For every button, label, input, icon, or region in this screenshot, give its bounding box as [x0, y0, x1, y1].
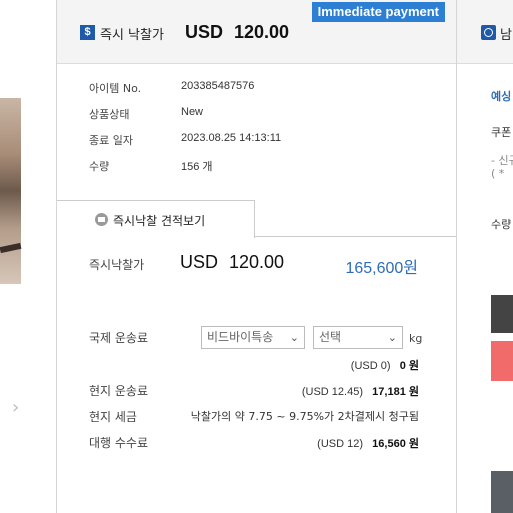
info-label: 상품상태 [89, 108, 130, 121]
tab-label: 즉시낙찰 견적보기 [113, 214, 206, 228]
intl-shipping-amount: (USD 0) 0 원 [351, 357, 419, 373]
side-panel-button[interactable] [491, 471, 513, 513]
price-header: Immediate payment $ 즉시 낙찰가 USD 120.00 [57, 0, 456, 64]
quote-label: 즉시낙찰가 [89, 258, 145, 272]
local-tax-label: 현지 세금 [89, 410, 137, 424]
info-label: 수량 [89, 160, 110, 173]
local-tax-text: 낙찰가의 약 7.75 ~ 9.75%가 2차결제시 청구됨 [190, 410, 419, 423]
side-panel-header: 남 [457, 0, 513, 64]
weight-select[interactable]: 선택 ⌄ [313, 326, 403, 349]
select-value: 비드바이특송 [207, 330, 274, 344]
side-panel-text: 예싱 [491, 90, 512, 103]
clock-icon [481, 25, 496, 40]
info-label: 아이템 No. [89, 82, 142, 95]
tab-instant-quote[interactable]: 즉시낙찰 견적보기 [57, 200, 255, 238]
info-value: 2023.08.25 14:13:11 [181, 132, 282, 144]
immediate-payment-badge: Immediate payment [311, 2, 445, 22]
product-image [0, 98, 22, 284]
chevron-down-icon: ⌄ [289, 331, 299, 344]
info-value: 203385487576 [181, 80, 255, 92]
local-shipping-amount: (USD 12.45) 17,181 원 [302, 383, 419, 399]
header-title: 즉시 낙찰가 [100, 28, 164, 43]
info-value: 156 개 [181, 161, 213, 173]
product-image-column: › [0, 0, 56, 513]
side-panel-button[interactable] [491, 295, 513, 333]
price-panel: Immediate payment $ 즉시 낙찰가 USD 120.00 아이… [57, 0, 456, 513]
info-label: 종료 일자 [89, 134, 133, 147]
select-value: 선택 [319, 330, 342, 344]
dollar-icon: $ [80, 25, 95, 40]
usd-amount: (USD 12.45) [301, 386, 363, 398]
krw-amount: 16,560 원 [372, 438, 419, 450]
shipping-method-select[interactable]: 비드바이특송 ⌄ [201, 326, 305, 349]
usd-amount: (USD 12) [317, 438, 363, 450]
agency-fee-amount: (USD 12) 16,560 원 [317, 435, 419, 451]
quote-krw-price: 165,600원 [345, 260, 418, 277]
intl-shipping-label: 국제 운송료 [89, 331, 149, 345]
usd-amount: (USD 0) [350, 360, 391, 372]
side-panel-text: ( * [491, 167, 505, 180]
product-image-detail [0, 242, 22, 254]
side-panel-text: - 신규 [491, 154, 513, 167]
side-panel-title: 남 [500, 28, 512, 43]
header-price: USD 120.00 [185, 22, 290, 42]
local-shipping-label: 현지 운송료 [89, 384, 149, 398]
calculator-icon [95, 213, 108, 226]
side-panel-text: 쿠폰 [491, 126, 512, 139]
krw-amount: 17,181 원 [372, 386, 419, 398]
side-panel: 남 예싱 쿠폰 - 신규 ( * 수량 [457, 0, 513, 513]
info-value: New [181, 106, 204, 118]
krw-amount: 0 원 [399, 360, 419, 372]
quote-usd-price: USD 120.00 [180, 252, 285, 272]
side-panel-text: 수량 [491, 218, 512, 231]
page: › Immediate payment $ 즉시 낙찰가 USD 120.00 … [0, 0, 513, 513]
agency-fee-label: 대행 수수료 [89, 436, 149, 450]
unit-label: kg [409, 332, 423, 345]
chevron-right-icon[interactable]: › [12, 399, 19, 417]
tab-bar: 즉시낙찰 견적보기 [57, 200, 456, 238]
side-panel-button[interactable] [491, 341, 513, 381]
chevron-down-icon: ⌄ [387, 331, 397, 344]
